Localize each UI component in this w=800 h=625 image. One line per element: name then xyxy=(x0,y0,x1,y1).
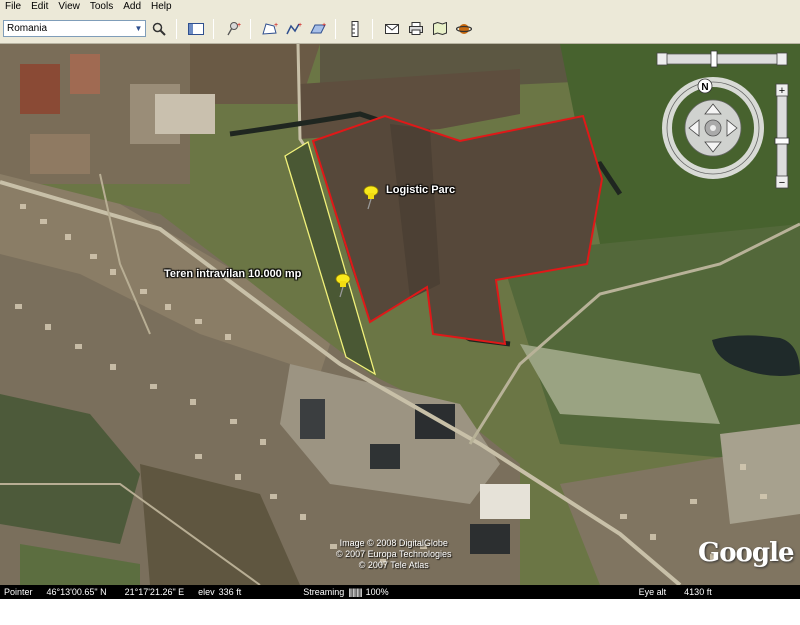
email-icon xyxy=(385,23,399,34)
streaming-percent: 100% xyxy=(365,587,389,597)
placemark-label-teren[interactable]: Teren intravilan 10.000 mp xyxy=(164,268,301,280)
credit-line: Image © 2008 DigitalGlobe xyxy=(339,538,448,548)
search-button[interactable] xyxy=(148,18,170,40)
sky-button[interactable] xyxy=(453,18,475,40)
eye-alt-label: Eye alt xyxy=(638,587,667,597)
chevron-down-icon[interactable]: ▼ xyxy=(132,21,145,36)
menu-bar: File Edit View Tools Add Help xyxy=(0,0,800,14)
north-letter: N xyxy=(701,82,708,93)
placemark-pin-icon: + xyxy=(227,21,241,35)
view-in-maps-button[interactable] xyxy=(429,18,451,40)
sidebar-toggle-button[interactable] xyxy=(185,18,207,40)
streaming-label: Streaming xyxy=(303,587,345,597)
tilt-down-button[interactable] xyxy=(656,52,668,66)
search-input[interactable]: Romania ▼ xyxy=(3,20,146,37)
ruler-icon xyxy=(351,20,359,37)
toolbar-separator xyxy=(176,18,177,39)
map-icon xyxy=(433,22,447,35)
credit-line: © 2007 Europa Technologies xyxy=(336,549,452,559)
print-icon xyxy=(409,22,423,35)
google-earth-window: File Edit View Tools Add Help Romania ▼ … xyxy=(0,0,800,625)
svg-text:+: + xyxy=(298,22,302,29)
map-viewport[interactable]: Logistic Parc Teren intravilan 10.000 mp… xyxy=(0,44,800,585)
search-value: Romania xyxy=(7,23,48,34)
add-placemark-button[interactable]: + xyxy=(222,18,244,40)
path-icon: + xyxy=(286,22,302,34)
ruler-button[interactable] xyxy=(344,18,366,40)
toolbar-separator xyxy=(372,18,373,39)
placemark-label-logistic[interactable]: Logistic Parc xyxy=(386,184,455,196)
zoom-out-icon: − xyxy=(779,177,785,189)
toolbar-separator xyxy=(250,18,251,39)
menu-file[interactable]: File xyxy=(0,0,26,14)
toolbar-separator xyxy=(335,18,336,39)
status-bar: Pointer 46°13'00.65" N 21°17'21.26" E el… xyxy=(0,585,800,599)
add-image-overlay-button[interactable]: + xyxy=(307,18,329,40)
svg-text:+: + xyxy=(274,22,278,29)
placemark-pin-teren[interactable] xyxy=(333,272,353,298)
menu-add[interactable]: Add xyxy=(118,0,146,14)
email-button[interactable] xyxy=(381,18,403,40)
sidebar-icon xyxy=(188,22,204,35)
svg-text:+: + xyxy=(237,22,241,29)
print-button[interactable] xyxy=(405,18,427,40)
toolbar-separator xyxy=(213,18,214,39)
google-logo: Google xyxy=(698,538,794,568)
add-path-button[interactable]: + xyxy=(283,18,305,40)
eye-alt-value: 4130 ft xyxy=(684,587,712,597)
credit-line: © 2007 Tele Atlas xyxy=(358,560,429,570)
planet-icon xyxy=(456,23,472,34)
add-polygon-button[interactable]: + xyxy=(259,18,281,40)
image-overlay-icon: + xyxy=(310,22,326,33)
menu-tools[interactable]: Tools xyxy=(85,0,118,14)
elevation-label: elev xyxy=(198,587,215,597)
svg-text:+: + xyxy=(322,22,326,29)
tilt-up-button[interactable] xyxy=(776,52,788,66)
zoom-in-icon: + xyxy=(779,85,785,97)
menu-view[interactable]: View xyxy=(53,0,85,14)
elevation-value: 336 ft xyxy=(218,587,242,597)
zoom-slider-thumb[interactable] xyxy=(774,137,790,145)
tilt-slider[interactable] xyxy=(662,53,784,65)
polygon-icon: + xyxy=(262,22,278,35)
streaming-progress: |||||||||| xyxy=(348,587,362,597)
menu-edit[interactable]: Edit xyxy=(26,0,53,14)
search-icon xyxy=(152,22,166,36)
pointer-latitude: 46°13'00.65" N xyxy=(46,587,107,597)
tilt-slider-thumb[interactable] xyxy=(710,50,718,68)
window-bottom xyxy=(0,599,800,625)
menu-help[interactable]: Help xyxy=(146,0,177,14)
toolbar: Romania ▼ + + + + xyxy=(0,14,800,44)
navigation-control[interactable]: N + − xyxy=(655,48,795,193)
pointer-longitude: 21°17'21.26" E xyxy=(124,587,185,597)
imagery-credits: Image © 2008 DigitalGlobe © 2007 Europa … xyxy=(336,538,452,571)
pointer-label: Pointer xyxy=(4,587,33,597)
placemark-pin-logistic[interactable] xyxy=(361,184,381,210)
